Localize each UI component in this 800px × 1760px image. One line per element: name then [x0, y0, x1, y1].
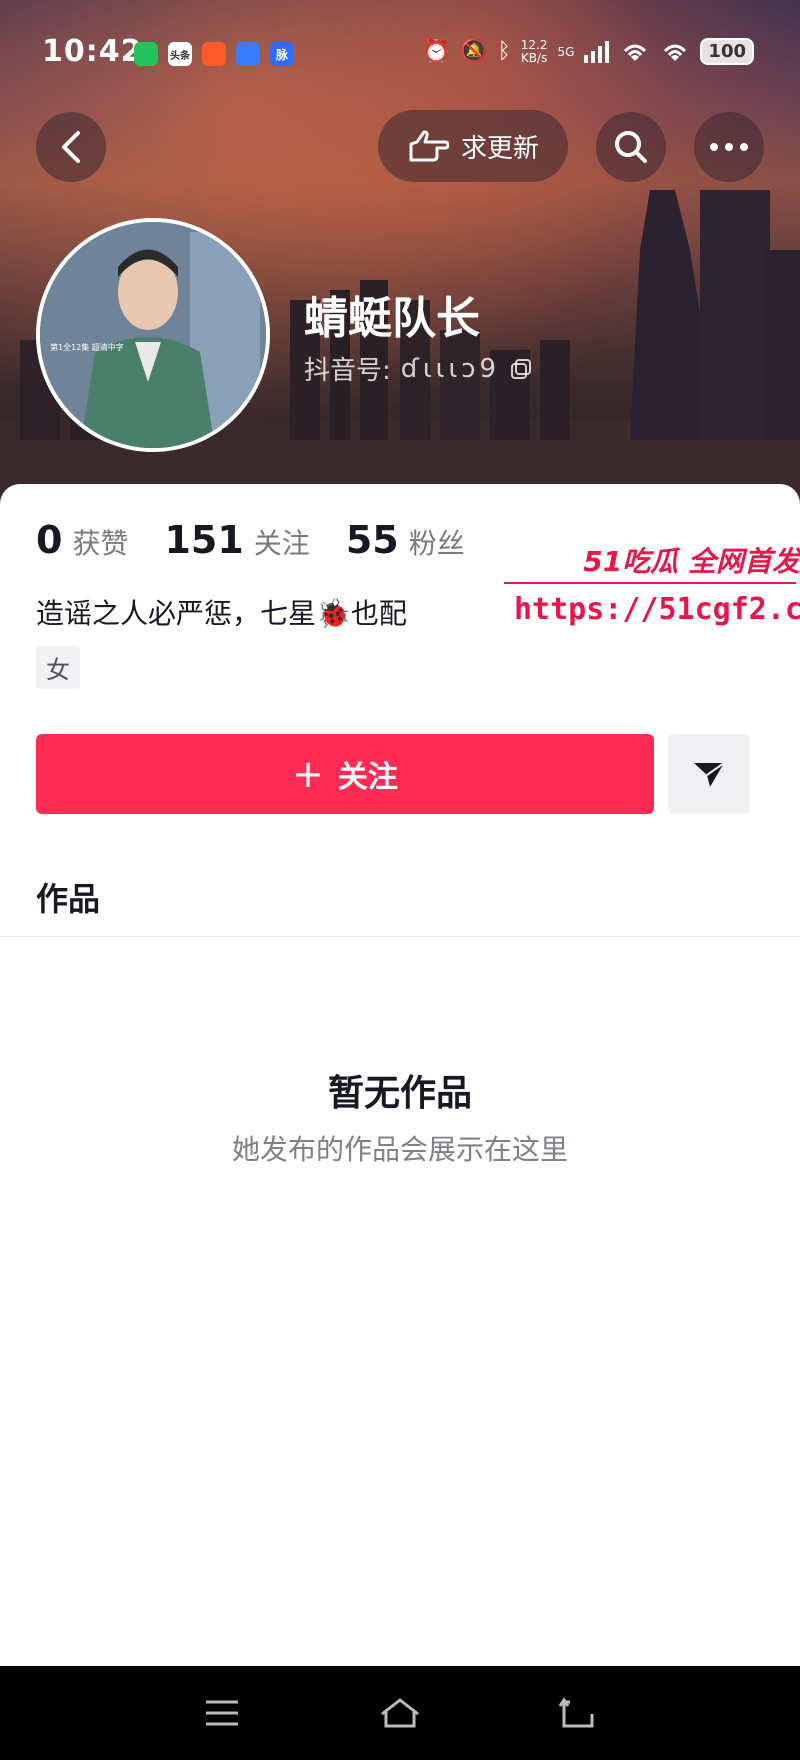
back-icon — [558, 1697, 594, 1728]
search-button[interactable] — [596, 112, 666, 182]
send-message-button[interactable] — [668, 734, 750, 814]
notification-icons: 头条 脉 — [134, 42, 294, 66]
back-button[interactable] — [36, 112, 106, 182]
douyin-id-value: ɗɩɩɩɔ9 — [400, 353, 501, 384]
following-count: 151 — [164, 518, 244, 562]
nickname: 蜻蜓队长 — [304, 293, 480, 344]
followers-label: 粉丝 — [408, 527, 465, 560]
chevron-left-icon — [62, 131, 80, 163]
followers-stat[interactable]: 55 粉丝 — [346, 518, 465, 562]
request-update-label: 求更新 — [460, 133, 539, 164]
signal-icon — [584, 40, 610, 63]
avatar-caption: 第1全12集 超清中字 — [50, 342, 124, 352]
send-arrow-icon — [694, 762, 725, 787]
bio: 造谣之人必严惩，七星🐞也配 — [36, 597, 407, 630]
likes-stat[interactable]: 0 获赞 — [36, 518, 128, 562]
search-icon — [615, 131, 647, 163]
mute-icon: 🔕 — [460, 39, 488, 64]
menu-icon — [206, 1700, 238, 1726]
clock: 10:42 — [42, 34, 143, 69]
wifi-icon — [624, 44, 647, 61]
following-stat[interactable]: 151 关注 — [164, 518, 309, 562]
likes-label: 获赞 — [72, 527, 129, 560]
stats-row: 0 获赞 151 关注 55 粉丝 — [36, 518, 465, 562]
avatar-image: 第1全12集 超清中字 — [40, 222, 266, 448]
bluetooth-icon: ᛒ — [497, 39, 511, 64]
follow-label: 关注 — [337, 760, 398, 795]
likes-count: 0 — [36, 518, 63, 562]
status-bar: 10:42 头条 脉 ⏰ 🔕 ᛒ 12.2 KB/s 5G 100 — [0, 0, 800, 110]
back-nav-button[interactable] — [548, 1688, 608, 1738]
empty-state-subtitle: 她发布的作品会展示在这里 — [231, 1133, 568, 1166]
system-icons: ⏰ 🔕 ᛒ 12.2 KB/s 5G 100 — [423, 38, 754, 65]
battery-indicator: 100 — [700, 38, 754, 65]
avatar[interactable]: 第1全12集 超清中字 — [36, 218, 270, 452]
system-nav-bar — [0, 1666, 800, 1760]
wifi-icon-2 — [664, 44, 687, 61]
more-button[interactable] — [694, 112, 764, 182]
app-blue-icon — [236, 42, 260, 66]
followers-count: 55 — [345, 518, 399, 562]
maimai-icon: 脉 — [270, 42, 294, 66]
app-orange-icon — [202, 42, 226, 66]
watermark-url: https://51cgf2.com — [514, 592, 800, 627]
copy-icon[interactable] — [510, 358, 532, 380]
douyin-id-label: 抖音号: — [304, 356, 391, 386]
divider — [0, 936, 800, 937]
watermark-line — [504, 582, 796, 584]
signal-5g: 5G — [557, 44, 575, 59]
home-button[interactable] — [370, 1688, 430, 1738]
request-update-button[interactable]: 求更新 — [378, 110, 568, 182]
plus-icon: + — [292, 752, 324, 796]
pointing-hand-icon — [409, 130, 449, 162]
gender-tag: 女 — [36, 646, 80, 689]
wechat-icon — [134, 42, 158, 66]
home-icon — [381, 1698, 419, 1728]
network-speed: 12.2 KB/s — [520, 37, 548, 65]
tab-works[interactable]: 作品 — [36, 874, 100, 920]
toutiao-icon: 头条 — [168, 42, 192, 66]
following-label: 关注 — [253, 527, 310, 560]
alarm-icon: ⏰ — [422, 39, 451, 64]
profile-content: 0 获赞 151 关注 55 粉丝 51吃瓜 全网首发 https://51cgf2.… — [0, 484, 800, 1666]
menu-button[interactable] — [192, 1688, 252, 1738]
follow-button[interactable]: + 关注 — [36, 734, 654, 814]
douyin-id: 抖音号: ɗɩɩɩɔ9 — [304, 350, 532, 387]
watermark: 51吃瓜 全网首发 https://51cgf2.com — [504, 540, 800, 650]
more-dots-icon — [710, 143, 748, 151]
empty-state-title: 暂无作品 — [327, 1073, 472, 1114]
watermark-title: 51吃瓜 全网首发 — [583, 545, 800, 578]
